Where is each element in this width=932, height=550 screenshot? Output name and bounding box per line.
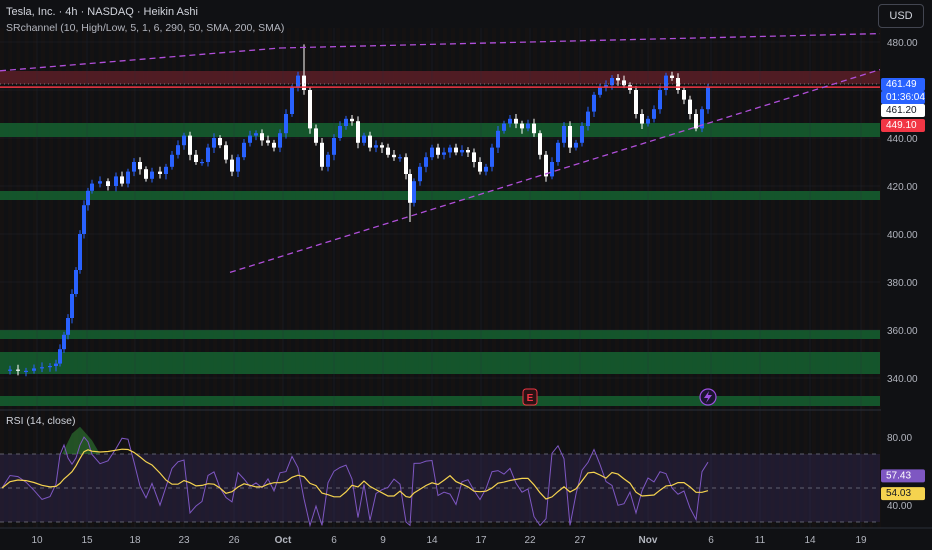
price-axis-tick: 360.00	[887, 326, 918, 337]
last-price-tag: 461.49	[881, 78, 925, 91]
rsi-value-tag: 57.43	[881, 469, 925, 483]
time-axis-tick: 22	[524, 535, 536, 546]
candle	[82, 200, 86, 239]
time-axis-tick: 14	[426, 535, 438, 546]
price-chart[interactable]: 480.00460.00440.00420.00400.00380.00360.…	[0, 0, 932, 550]
earnings-marker[interactable]: E	[522, 388, 538, 406]
price-axis-tick: 400.00	[887, 230, 918, 241]
candle	[290, 84, 294, 117]
line-price-tag: 461.20	[881, 104, 925, 117]
rsi-title[interactable]: RSI (14, close)	[6, 415, 75, 427]
time-axis-tick: 10	[31, 535, 43, 546]
svg-text:54.03: 54.03	[886, 488, 911, 499]
time-axis-tick: 23	[178, 535, 190, 546]
rsi-axis-tick: 80.00	[887, 433, 912, 444]
price-axis-tick: 440.00	[887, 134, 918, 145]
time-axis-tick: 15	[81, 535, 93, 546]
svg-text:01:36:04: 01:36:04	[886, 92, 925, 103]
price-axis-tick: 380.00	[887, 278, 918, 289]
time-axis-tick: 14	[804, 535, 816, 546]
rsi-ma-value-tag: 54.03	[881, 487, 925, 501]
time-axis-tick: 27	[574, 535, 586, 546]
price-axis-tick: 420.00	[887, 182, 918, 193]
symbol-title[interactable]: Tesla, Inc. · 4h · NASDAQ · Heikin Ashi	[6, 6, 284, 18]
time-axis-tick: 18	[129, 535, 141, 546]
time-axis-tick: Oct	[275, 535, 292, 546]
time-axis-tick: 19	[855, 535, 867, 546]
chart-legend: Tesla, Inc. · 4h · NASDAQ · Heikin Ashi …	[6, 6, 284, 34]
time-axis-tick: 9	[380, 535, 386, 546]
countdown-tag: 01:36:04	[881, 91, 925, 104]
event-lightning-icon[interactable]	[699, 388, 717, 406]
candle	[700, 106, 704, 133]
candle	[412, 178, 416, 207]
time-axis-tick: 26	[228, 535, 240, 546]
time-axis-tick: 11	[755, 535, 766, 546]
tradingview-chart-window: 480.00460.00440.00420.00400.00380.00360.…	[0, 0, 932, 550]
candle	[320, 138, 324, 171]
currency-button[interactable]: USD	[878, 4, 924, 28]
candle	[556, 139, 560, 166]
candle	[74, 267, 78, 297]
time-axis-tick: 17	[475, 535, 487, 546]
price-axis-tick: 480.00	[887, 38, 918, 49]
svg-text:57.43: 57.43	[886, 470, 911, 481]
candle	[308, 87, 312, 134]
indicator-title[interactable]: SRchannel (10, High/Low, 5, 1, 6, 290, 5…	[6, 22, 284, 34]
red-zone-price-tag: 449.10	[881, 119, 925, 132]
svg-text:461.20: 461.20	[886, 105, 917, 116]
candle	[634, 86, 638, 119]
earnings-marker-label: E	[527, 393, 534, 404]
rsi-axis-tick: 40.00	[887, 501, 912, 512]
time-axis-tick: Nov	[639, 535, 658, 546]
candle	[78, 230, 82, 274]
svg-text:461.49: 461.49	[886, 79, 917, 90]
price-axis-tick: 340.00	[887, 374, 918, 385]
svg-text:449.10: 449.10	[886, 120, 917, 131]
time-axis-tick: 6	[708, 535, 714, 546]
time-axis-tick: 6	[331, 535, 337, 546]
